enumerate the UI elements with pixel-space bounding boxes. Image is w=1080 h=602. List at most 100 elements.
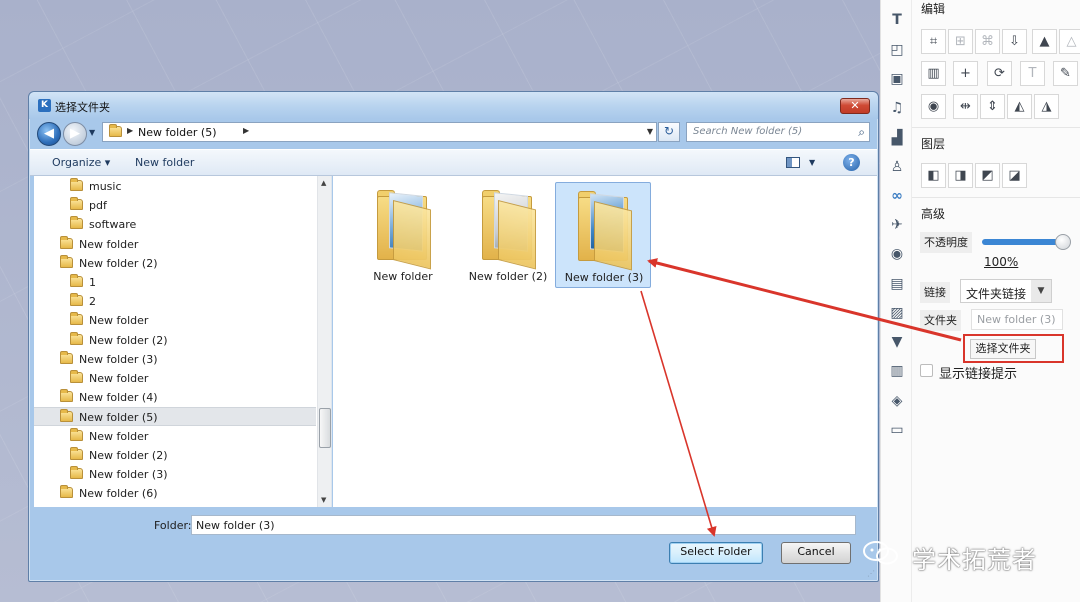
layout-tool-icon[interactable]: ▥: [888, 363, 906, 381]
show-link-hint-checkbox[interactable]: [920, 364, 933, 377]
select-folder-button[interactable]: Select Folder: [669, 542, 763, 564]
address-dropdown-icon[interactable]: ▼: [647, 127, 653, 136]
text-tool-icon[interactable]: T: [888, 12, 906, 30]
music-tool-icon[interactable]: ♫: [888, 100, 906, 118]
dialog-titlebar[interactable]: K 选择文件夹 ✕: [29, 92, 878, 119]
tree-item[interactable]: New folder (2): [34, 331, 316, 350]
folder-tile[interactable]: New folder: [355, 182, 451, 288]
search-input[interactable]: Search New folder (5) ⌕: [686, 122, 870, 142]
tree-item[interactable]: New folder: [34, 369, 316, 388]
tree-item[interactable]: New folder: [34, 311, 316, 330]
download-icon[interactable]: ⇩: [1002, 29, 1027, 54]
visibility-eye-icon[interactable]: ◉: [921, 94, 946, 119]
transform-icon[interactable]: ⌘: [975, 29, 1000, 54]
scroll-down-icon[interactable]: ▼: [321, 496, 326, 504]
tree-item[interactable]: pdf: [34, 196, 316, 215]
add-icon[interactable]: +: [953, 61, 978, 86]
address-bar[interactable]: ▶ New folder (5) ▶ ▼: [102, 122, 657, 142]
compass-tool-icon[interactable]: ◉: [888, 246, 906, 264]
tree-item[interactable]: New folder (3): [34, 350, 316, 369]
send-backward-icon[interactable]: ◨: [948, 163, 973, 188]
back-button[interactable]: ◀: [37, 122, 61, 146]
folder-icon: [70, 331, 83, 345]
tree-item[interactable]: 2: [34, 292, 316, 311]
tree-scrollbar[interactable]: ▲ ▼: [317, 176, 331, 507]
delete-icon[interactable]: ▥: [921, 61, 946, 86]
annotation-highlight-box: [963, 334, 1064, 363]
resize-icon[interactable]: ⊞: [948, 29, 973, 54]
tree-item[interactable]: New folder (2): [34, 254, 316, 273]
refresh-button[interactable]: ↻: [658, 122, 680, 142]
text-style-icon[interactable]: T: [1020, 61, 1045, 86]
tree-item-label: software: [89, 218, 137, 232]
link-tool-icon[interactable]: ∞: [888, 188, 906, 206]
people-tool-icon[interactable]: ♙: [888, 159, 906, 177]
crop-icon[interactable]: ⌗: [921, 29, 946, 54]
folder-tile-label: New folder: [373, 270, 433, 283]
unlock-icon[interactable]: △: [1059, 29, 1080, 54]
window-tool-icon[interactable]: ◰: [888, 42, 906, 60]
bring-forward-icon[interactable]: ◧: [921, 163, 946, 188]
tree-item-label: 2: [89, 295, 96, 309]
forward-arrow-icon: ▶: [70, 126, 80, 141]
tree-item[interactable]: New folder (6): [34, 484, 316, 503]
refresh-icon: ↻: [663, 124, 675, 138]
tree-item[interactable]: New folder (4): [34, 388, 316, 407]
document-tool-icon[interactable]: ▤: [888, 276, 906, 294]
folder-tile[interactable]: New folder (3): [555, 182, 651, 288]
view-mode-dropdown[interactable]: ▼: [809, 158, 815, 167]
image-tool-icon[interactable]: ▨: [888, 305, 906, 323]
scroll-up-icon[interactable]: ▲: [321, 179, 326, 187]
mirror-right-icon[interactable]: ◮: [1034, 94, 1059, 119]
tree-item[interactable]: New folder: [34, 235, 316, 254]
rotate-icon[interactable]: ⟳: [987, 61, 1012, 86]
folder-icon: [70, 370, 83, 383]
chevron-down-icon[interactable]: ▼: [1031, 280, 1051, 302]
tree-item[interactable]: New folder: [34, 427, 316, 446]
opacity-slider-track[interactable]: [982, 239, 1064, 245]
tree-item[interactable]: software: [34, 215, 316, 234]
mirror-left-icon[interactable]: ◭: [1007, 94, 1032, 119]
bring-to-front-icon[interactable]: ◩: [975, 163, 1000, 188]
large-folder-icon: [482, 190, 536, 270]
organize-menu[interactable]: Organize ▾: [52, 156, 110, 169]
folder-name-input[interactable]: New folder (3): [191, 515, 856, 535]
shirt-tool-icon[interactable]: ▼: [888, 334, 906, 352]
archive-tool-icon[interactable]: ▭: [888, 422, 906, 440]
tree-item[interactable]: New folder (2): [34, 446, 316, 465]
resize-grip-icon[interactable]: ⋰: [867, 569, 875, 578]
brush-icon[interactable]: ✎: [1053, 61, 1078, 86]
chart-tool-icon[interactable]: ▟: [888, 130, 906, 148]
close-button[interactable]: ✕: [840, 98, 870, 114]
layers-tool-icon[interactable]: ◈: [888, 393, 906, 411]
tree-item[interactable]: New folder (3): [34, 465, 316, 484]
cancel-button[interactable]: Cancel: [781, 542, 851, 564]
plane-tool-icon[interactable]: ✈: [888, 217, 906, 235]
folder-icon: [70, 312, 83, 326]
breadcrumb-chevron-icon[interactable]: ▶: [127, 126, 133, 135]
flip-vertical-icon[interactable]: ⇕: [980, 94, 1005, 119]
flip-horizontal-icon[interactable]: ⇹: [953, 94, 978, 119]
view-mode-icon[interactable]: [786, 157, 800, 168]
breadcrumb-chevron-icon[interactable]: ▶: [243, 126, 249, 135]
folder-tree[interactable]: New folder (6) New folder (3) New folder (…: [34, 176, 332, 507]
lock-icon[interactable]: ▲: [1032, 29, 1057, 54]
recent-locations-dropdown[interactable]: ▼: [89, 128, 95, 137]
search-icon[interactable]: ⌕: [858, 125, 865, 140]
link-label: 链接: [920, 282, 950, 303]
breadcrumb-current[interactable]: New folder (5): [138, 126, 217, 139]
forward-button[interactable]: ▶: [63, 122, 87, 146]
help-icon[interactable]: ?: [843, 154, 860, 171]
new-folder-button[interactable]: New folder: [135, 156, 194, 169]
layer-section-title: 图层: [921, 137, 946, 151]
video-tool-icon[interactable]: ▣: [888, 71, 906, 89]
folder-tile[interactable]: New folder (2): [460, 182, 556, 288]
file-list[interactable]: New folder New folder (2) New folder (3): [333, 176, 877, 507]
send-to-back-icon[interactable]: ◪: [1002, 163, 1027, 188]
tree-item[interactable]: music: [34, 177, 316, 196]
opacity-slider-handle[interactable]: [1055, 234, 1071, 250]
tree-item[interactable]: 1: [34, 273, 316, 292]
scrollbar-thumb[interactable]: [319, 408, 331, 448]
tree-item[interactable]: New folder (5): [34, 407, 316, 427]
link-type-select[interactable]: 文件夹链接 ▼: [960, 279, 1052, 303]
